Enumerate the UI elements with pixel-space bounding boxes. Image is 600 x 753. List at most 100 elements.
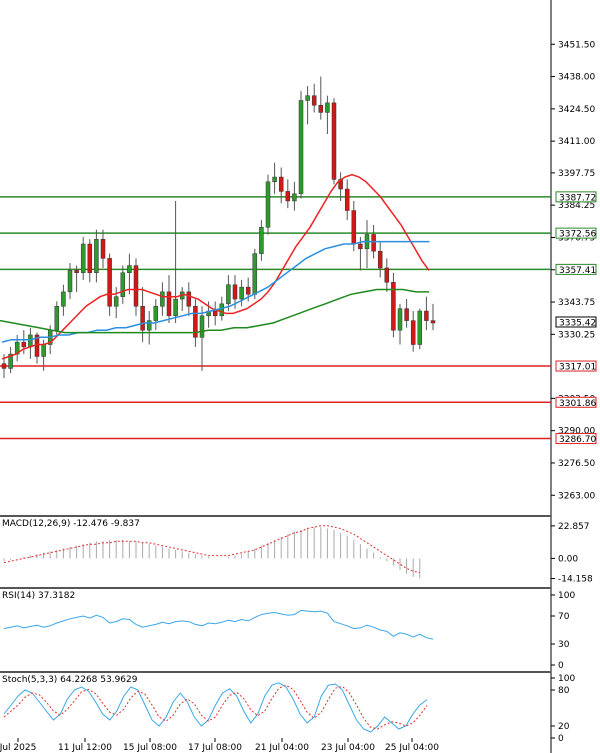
- moving-averages: [0, 173, 430, 360]
- candle-body: [351, 210, 357, 245]
- candle-body: [153, 305, 159, 321]
- macd-tick-label: 0.00: [558, 554, 578, 564]
- candle-body: [146, 320, 152, 331]
- rsi-tick-label: 0: [558, 661, 564, 671]
- candle-body: [41, 344, 46, 357]
- x-tick-label: 17 Jul 08:00: [188, 743, 242, 753]
- stoch-tick-label: 20: [558, 722, 570, 732]
- x-tick-label: 15 Jul 08:00: [123, 743, 177, 753]
- price-tick-label: 3424.50: [558, 105, 595, 115]
- level-label: 3317.01: [559, 363, 596, 373]
- macd-panel: 22.857 0.00 -14.158: [3, 522, 593, 585]
- candle-body: [404, 308, 409, 321]
- rsi-tick-label: 100: [558, 591, 575, 601]
- candle-body: [186, 291, 192, 307]
- x-tick-label: Jul 2025: [0, 743, 36, 753]
- price-tick-label: 3276.50: [558, 459, 595, 469]
- rsi-tick-label: 70: [558, 612, 570, 622]
- candle-body: [305, 95, 310, 101]
- level-label: 3301.86: [559, 399, 596, 409]
- candle-body: [331, 102, 337, 180]
- candle-body: [318, 105, 324, 113]
- support-resistance-levels: [0, 196, 551, 440]
- price-chart: 3451.503438.003424.503411.003397.753384.…: [0, 0, 597, 753]
- candle-body: [54, 305, 60, 331]
- candle-body: [1, 363, 7, 369]
- candle-body: [384, 267, 390, 283]
- price-tick-label: 3397.75: [558, 169, 595, 179]
- rsi-line: [3, 609, 434, 640]
- price-tick-label: 3411.00: [558, 137, 595, 147]
- candle-body: [430, 320, 436, 324]
- price-tick-label: 3263.00: [558, 491, 595, 501]
- price-tick-label: 3343.75: [558, 298, 595, 308]
- level-label: 3286.70: [559, 435, 596, 445]
- candle-body: [285, 191, 291, 202]
- candle-body: [410, 320, 416, 345]
- stoch-label: Stoch(5,3,3) 64.2268 53.9629: [2, 675, 138, 685]
- candle-body: [140, 305, 145, 331]
- current-price-label: 3335.42: [559, 318, 596, 328]
- candle-body: [127, 265, 132, 273]
- candle-body: [259, 227, 264, 254]
- level-label: 3357.41: [559, 266, 596, 276]
- price-tick-label: 3438.00: [558, 73, 595, 83]
- candle-body: [397, 308, 403, 331]
- stoch-tick-label: 80: [558, 686, 570, 696]
- candle-body: [28, 334, 33, 348]
- candle-body: [311, 95, 317, 106]
- rsi-label: RSI(14) 37.3182: [2, 591, 75, 601]
- candle-body: [272, 176, 277, 183]
- candle-body: [67, 270, 73, 293]
- ma-red-line: [1, 173, 430, 360]
- level-label: 3387.72: [559, 193, 596, 203]
- candle-body: [219, 303, 225, 317]
- candle-body: [160, 291, 165, 307]
- macd-tick-label: -14.158: [558, 575, 593, 585]
- macd-signal-line: [3, 525, 420, 574]
- candle-body: [344, 188, 350, 211]
- candle-body: [199, 315, 205, 338]
- candle-body: [94, 239, 99, 273]
- candle-body: [371, 234, 376, 252]
- level-labels: 3387.72 3372.56 3357.41 3317.01 3301.86 3286.…: [555, 191, 597, 445]
- candle-body: [325, 102, 330, 113]
- candle-body: [417, 310, 423, 345]
- candle-body: [21, 341, 27, 348]
- candle-body: [424, 310, 429, 321]
- candle-body: [377, 250, 383, 269]
- candle-body: [265, 181, 271, 228]
- level-label: 3372.56: [559, 230, 596, 240]
- candle-body: [298, 100, 304, 195]
- macd-label: MACD(12,26,9) -12.476 -9.837: [2, 519, 140, 529]
- price-tick-label: 3330.25: [558, 330, 595, 340]
- price-tick-label: 3451.50: [558, 40, 595, 50]
- candle-body: [100, 239, 106, 259]
- candle-body: [120, 272, 126, 297]
- stoch-k-line: [3, 682, 428, 733]
- macd-tick-label: 22.857: [558, 522, 590, 532]
- candle-body: [239, 286, 244, 300]
- x-tick-label: 23 Jul 04:00: [321, 743, 375, 753]
- candle-body: [226, 284, 231, 305]
- x-tick-label: 21 Jul 04:00: [255, 743, 309, 753]
- candle-body: [252, 253, 258, 295]
- candle-body: [278, 176, 284, 192]
- candle-body: [61, 291, 66, 307]
- rsi-panel: 100 70 30 0: [3, 591, 575, 671]
- x-tick-label: 25 Jul 04:00: [385, 743, 439, 753]
- x-tick-label: 11 Jul 12:00: [58, 743, 112, 753]
- time-x-axis: Jul 2025 11 Jul 12:00 15 Jul 08:00 17 Jul 0…: [0, 738, 439, 753]
- stoch-d-line: [3, 684, 428, 730]
- candle-body: [113, 296, 119, 307]
- candle-body: [133, 265, 139, 307]
- candle-body: [232, 284, 238, 300]
- stoch-tick-label: 0: [558, 734, 564, 744]
- candle-body: [166, 291, 172, 317]
- stoch-tick-label: 100: [558, 674, 575, 684]
- candle-body: [107, 258, 112, 307]
- rsi-tick-label: 30: [558, 640, 570, 650]
- candle-body: [87, 243, 93, 273]
- candle-body: [173, 298, 178, 317]
- candle-body: [74, 270, 79, 273]
